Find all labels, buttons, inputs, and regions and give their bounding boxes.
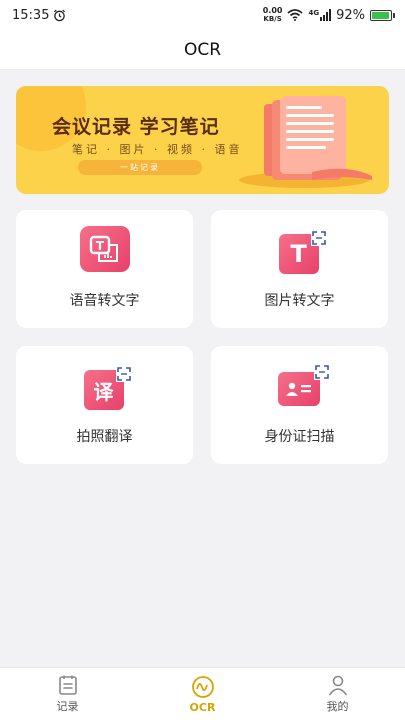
feature-card-voice-to-text[interactable]: T 语音转文字 xyxy=(16,210,193,328)
status-left: 15:35 xyxy=(12,8,66,23)
feature-card-id-card-scan[interactable]: 身份证扫描 xyxy=(211,346,388,464)
voice-to-text-icon: T xyxy=(79,226,130,272)
nav-item-notes[interactable]: 记录 xyxy=(28,674,108,714)
feature-label: 身份证扫描 xyxy=(264,429,335,445)
profile-icon xyxy=(328,675,347,696)
alarm-icon xyxy=(54,9,66,21)
banner-title: 会议记录 学习笔记 xyxy=(52,116,220,138)
id-card-scan-icon xyxy=(277,364,330,408)
promo-banner[interactable]: 会议记录 学习笔记 笔记 · 图片 · 视频 · 语音 一站记录 xyxy=(16,86,389,194)
feature-label: 图片转文字 xyxy=(264,293,335,309)
nav-label: OCR xyxy=(189,700,216,714)
net-speed: 0.00 KB/S xyxy=(262,6,283,24)
nav-label: 我的 xyxy=(326,700,349,713)
feature-label: 语音转文字 xyxy=(69,293,140,309)
ocr-icon xyxy=(191,675,214,698)
notes-icon xyxy=(58,675,77,695)
photo-translate-icon: 译 xyxy=(83,366,132,410)
battery-percent: 92% xyxy=(336,7,365,23)
header: OCR xyxy=(0,30,405,70)
nav-label: 记录 xyxy=(56,700,79,713)
page-title: OCR xyxy=(183,39,222,60)
feature-card-image-to-text[interactable]: T 图片转文字 xyxy=(211,210,388,328)
status-bar: 15:35 0.00 KB/S 4G 92% xyxy=(0,0,405,30)
nav-item-profile[interactable]: 我的 xyxy=(298,674,378,714)
net-speed-value: 0.00 xyxy=(262,6,283,15)
scan-frame-icon xyxy=(115,366,132,382)
battery-icon xyxy=(370,9,395,21)
network-type: 4G xyxy=(308,9,320,17)
scan-frame-icon xyxy=(310,230,327,246)
wifi-icon xyxy=(287,9,303,21)
feature-label: 拍照翻译 xyxy=(76,429,133,445)
banner-subtitle: 笔记 · 图片 · 视频 · 语音 xyxy=(72,143,243,156)
scan-frame-icon xyxy=(313,364,330,380)
status-right: 0.00 KB/S 4G 92% xyxy=(263,7,395,23)
banner-pill: 一站记录 xyxy=(78,160,202,175)
nav-item-ocr[interactable]: OCR xyxy=(163,675,243,714)
status-time: 15:35 xyxy=(12,7,50,23)
net-speed-unit: KB/S xyxy=(263,15,282,23)
svg-text:T: T xyxy=(95,239,104,253)
image-to-text-icon: T xyxy=(278,230,327,274)
bottom-nav: 记录 OCR 我的 xyxy=(0,667,405,720)
signal-icon: 4G xyxy=(308,9,332,21)
document-illustration-icon xyxy=(264,96,372,180)
feature-card-photo-translate[interactable]: 译 拍照翻译 xyxy=(16,346,193,464)
